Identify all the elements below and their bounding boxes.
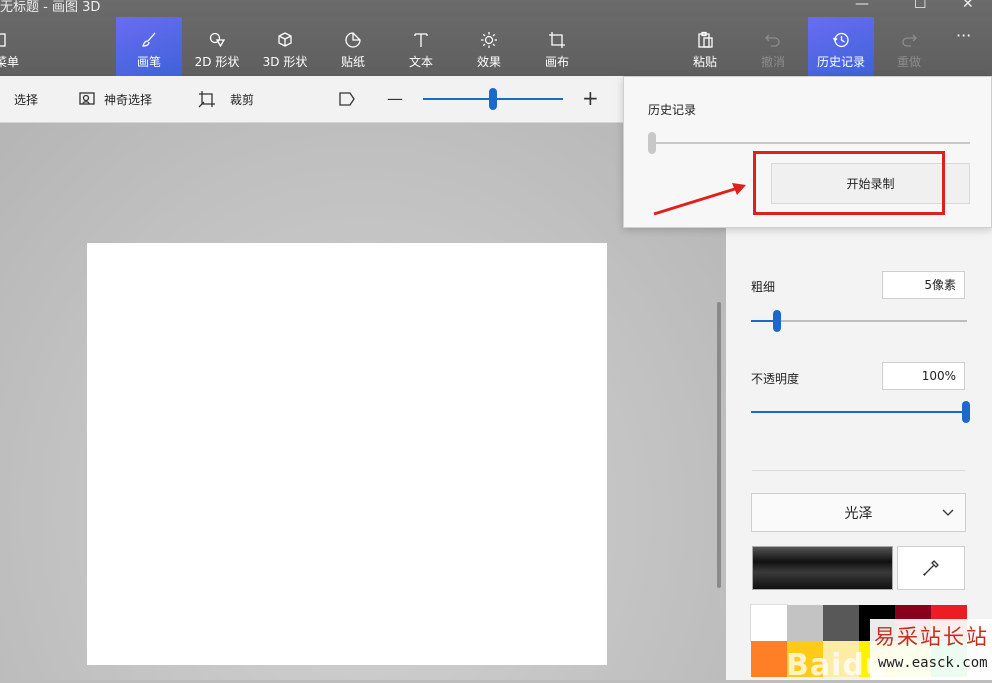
minimize-button[interactable]: — xyxy=(855,0,869,12)
thickness-slider-track[interactable] xyxy=(751,320,967,322)
sticker-icon xyxy=(345,32,361,48)
zoom-out-button[interactable]: — xyxy=(387,89,403,108)
paste-button[interactable]: 粘贴 xyxy=(672,17,738,76)
thickness-slider-thumb[interactable] xyxy=(773,310,782,332)
tool-2d-shapes-label: 2D 形状 xyxy=(194,55,240,69)
redo-icon xyxy=(902,34,917,47)
opacity-slider-thumb[interactable] xyxy=(962,401,970,423)
magic-select-label: 神奇选择 xyxy=(104,92,153,107)
tool-canvas-label: 画布 xyxy=(544,55,569,69)
opacity-label: 不透明度 xyxy=(751,372,800,386)
history-button[interactable]: 历史记录 xyxy=(808,17,874,76)
close-button[interactable]: ✕ xyxy=(962,0,974,12)
tool-sticker-label: 贴纸 xyxy=(340,55,365,69)
color-swatch[interactable] xyxy=(750,604,788,642)
tool-canvas[interactable]: 画布 xyxy=(524,17,590,76)
finish-dropdown[interactable]: 光泽 xyxy=(751,493,966,532)
crop-label: 裁剪 xyxy=(230,92,255,107)
tool-brush-label: 画笔 xyxy=(136,55,161,69)
eyedropper-button[interactable] xyxy=(897,546,965,590)
thickness-slider-fill xyxy=(751,320,775,322)
3d-shapes-icon xyxy=(278,32,292,47)
window-title: 无标题 - 画图 3D xyxy=(0,0,101,15)
effects-icon xyxy=(481,32,497,48)
tool-brush[interactable]: 画笔 xyxy=(116,17,182,76)
zoom-in-button[interactable]: + xyxy=(582,86,599,110)
folder-icon xyxy=(0,33,6,47)
undo-button[interactable]: 撤消 xyxy=(740,17,806,76)
menu-button[interactable]: 菜单 xyxy=(0,17,24,76)
more-options-button[interactable]: ··· xyxy=(956,26,971,45)
thickness-label: 粗细 xyxy=(751,280,776,294)
undo-icon xyxy=(765,34,780,47)
paste-label: 粘贴 xyxy=(692,55,717,69)
current-color-preview xyxy=(752,546,893,590)
color-swatch[interactable] xyxy=(751,641,787,677)
view-flag-button[interactable] xyxy=(338,76,356,122)
redo-button[interactable]: 重做 xyxy=(876,17,942,76)
eyedropper-icon xyxy=(923,560,939,576)
tool-effects-label: 效果 xyxy=(476,55,501,69)
select-label: 选择 xyxy=(14,92,39,107)
paste-icon xyxy=(698,31,713,48)
history-slider-thumb[interactable] xyxy=(648,132,656,154)
history-label: 历史记录 xyxy=(816,55,865,69)
menu-label: 菜单 xyxy=(0,55,19,69)
panel-divider xyxy=(752,470,965,471)
crop-icon xyxy=(198,91,215,108)
easck-watermark-name: 易采站长站 xyxy=(874,625,989,649)
tool-text[interactable]: 文本 xyxy=(388,17,454,76)
redo-label: 重做 xyxy=(896,55,921,69)
maximize-button[interactable]: ☐ xyxy=(914,0,927,12)
canvas-icon xyxy=(549,32,565,48)
ribbon-toolbar: 无标题 - 画图 3D — ☐ ✕ 菜单 画笔 2D 形状 3D 形状 贴纸 文… xyxy=(0,0,992,76)
annotation-arrow xyxy=(653,183,746,216)
drawing-canvas[interactable] xyxy=(87,243,607,665)
opacity-input[interactable]: 100% xyxy=(882,362,965,390)
history-title: 历史记录 xyxy=(648,103,697,117)
vertical-scrollbar[interactable] xyxy=(717,302,721,588)
flag-icon xyxy=(339,92,355,106)
color-swatch[interactable] xyxy=(787,605,823,641)
finish-selected-value: 光泽 xyxy=(844,505,873,522)
2d-shapes-icon xyxy=(209,32,226,48)
easck-watermark-url: www.easck.com xyxy=(878,655,988,671)
tool-effects[interactable]: 效果 xyxy=(456,17,522,76)
brush-icon xyxy=(142,32,156,47)
crop-tool[interactable]: 裁剪 xyxy=(198,76,254,122)
text-icon xyxy=(414,33,428,47)
tool-3d-shapes[interactable]: 3D 形状 xyxy=(252,17,318,76)
magic-select-icon xyxy=(79,92,95,105)
easck-watermark: 易采站长站 www.easck.com xyxy=(870,619,992,680)
tool-text-label: 文本 xyxy=(408,55,433,69)
undo-label: 撤消 xyxy=(760,55,785,69)
tool-sticker[interactable]: 贴纸 xyxy=(320,17,386,76)
annotation-highlight-box xyxy=(753,151,945,215)
tool-3d-shapes-label: 3D 形状 xyxy=(262,55,308,69)
zoom-slider-thumb[interactable] xyxy=(489,88,497,110)
select-tool[interactable]: 选择 xyxy=(14,76,38,122)
chevron-down-icon xyxy=(942,509,954,516)
thickness-input[interactable]: 5像素 xyxy=(882,271,965,299)
history-icon xyxy=(832,32,849,48)
opacity-slider-fill xyxy=(751,411,963,413)
color-swatch[interactable] xyxy=(823,605,859,641)
tool-2d-shapes[interactable]: 2D 形状 xyxy=(184,17,250,76)
magic-select-tool[interactable]: 神奇选择 xyxy=(78,76,152,122)
history-slider-track[interactable] xyxy=(652,142,970,144)
